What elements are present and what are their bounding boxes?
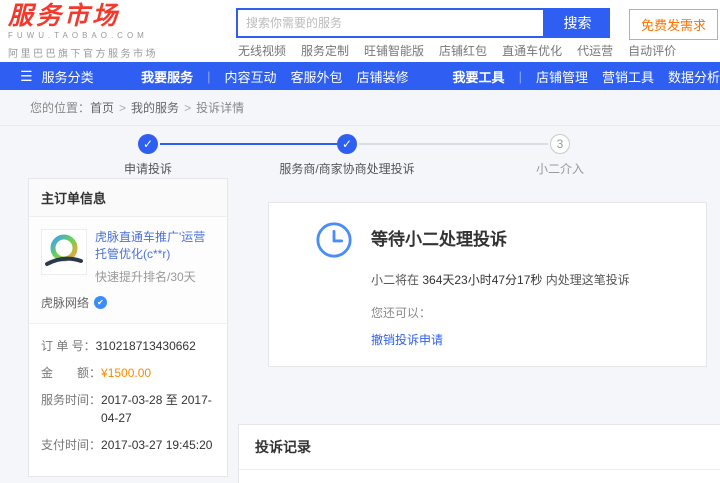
- quick-link-smart-shop[interactable]: 旺铺智能版: [364, 42, 424, 59]
- site-logo[interactable]: 服务市场 FUWU.TAOBAO.COM 阿里巴巴旗下官方服务市场: [8, 2, 158, 61]
- step3-number-badge: 3: [550, 134, 570, 154]
- breadcrumb-home[interactable]: 首页: [90, 101, 114, 115]
- amount-row: 金 额： ¥1500.00: [41, 364, 215, 382]
- pay-time-label: 支付时间：: [41, 438, 102, 452]
- search-input[interactable]: [236, 8, 545, 38]
- product-name-link[interactable]: 虎脉直通车推广'运营托管优化(c**r): [95, 229, 215, 263]
- breadcrumb-prefix: 您的位置：: [30, 101, 91, 115]
- search-button[interactable]: 搜索: [545, 8, 610, 38]
- page-header: 服务市场 FUWU.TAOBAO.COM 阿里巴巴旗下官方服务市场 搜索 免费发…: [0, 0, 720, 62]
- order-number-value: 310218713430662: [95, 339, 196, 353]
- nav-item-my-tools[interactable]: 我要工具: [453, 67, 505, 86]
- main-content: 主订单信息 虎脉直通车推广'运营托管优化(c**r) 快速提升排名/30天 虎脉…: [0, 178, 720, 483]
- status-title: 等待小二处理投诉: [371, 230, 507, 249]
- nav-item-data-analysis[interactable]: 数据分析: [668, 67, 720, 86]
- nav-item-customer-service[interactable]: 客服外包: [291, 67, 343, 86]
- vendor-row: 虎脉网络 ✔: [41, 294, 215, 311]
- quick-link-ztc[interactable]: 直通车优化: [502, 42, 562, 59]
- pay-time-value: 2017-03-27 19:45:20: [101, 438, 213, 452]
- free-demand-button[interactable]: 免费发需求: [628, 9, 718, 40]
- product-spec: 快速提升排名/30天: [95, 270, 196, 284]
- status-desc-prefix: 小二将在: [371, 273, 423, 287]
- complaint-status-panel: 等待小二处理投诉 小二将在 364天23小时47分17秒 内处理这笔投诉 您还可…: [268, 202, 707, 367]
- quick-link-custom-service[interactable]: 服务定制: [301, 42, 349, 59]
- vendor-badge-icon: ✔: [94, 296, 108, 309]
- step3-label: 小二介入: [535, 162, 584, 176]
- step-connector-pending: [359, 143, 548, 145]
- pay-time-row: 支付时间： 2017-03-27 19:45:20: [41, 436, 215, 454]
- breadcrumb: 您的位置：首页 > 我的服务 > 投诉详情: [0, 90, 720, 126]
- main-nav: ☰ 服务分类 我要服务 | 内容互动 客服外包 店铺装修 我要工具 | 店铺管理…: [0, 62, 720, 90]
- amount-value: ¥1500.00: [101, 366, 152, 380]
- breadcrumb-current: 投诉详情: [196, 101, 245, 115]
- status-description: 小二将在 364天23小时47分17秒 内处理这笔投诉: [371, 271, 630, 288]
- withdraw-complaint-link[interactable]: 撤销投诉申请: [371, 331, 443, 348]
- nav-item-shop-management[interactable]: 店铺管理: [536, 67, 588, 86]
- vendor-name[interactable]: 虎脉网络: [41, 294, 89, 311]
- step-connector-done: [160, 143, 337, 145]
- step2-check-icon: ✓: [337, 134, 357, 154]
- complaint-progress-steps: ✓ ✓ 3 申请投诉 服务商/商家协商处理投诉 小二介入: [0, 126, 720, 178]
- status-body: 等待小二处理投诉 小二将在 364天23小时47分17秒 内处理这笔投诉 您还可…: [371, 221, 630, 348]
- status-hint: 您还可以：: [371, 306, 432, 320]
- hamburger-menu-icon: ☰: [20, 68, 33, 84]
- complaint-records-panel: 投诉记录 2017-04-07 19:45:26: [238, 424, 720, 483]
- nav-menu: 我要服务 | 内容互动 客服外包 店铺装修 我要工具 | 店铺管理 营销工具 数…: [141, 67, 720, 86]
- amount-label: 金 额：: [41, 366, 102, 380]
- order-fields: 订 单 号： 310218713430662 金 额： ¥1500.00 服务时…: [29, 324, 227, 476]
- nav-item-my-services[interactable]: 我要服务: [141, 67, 193, 86]
- logo-subtitle: FUWU.TAOBAO.COM: [8, 31, 148, 41]
- step1-label: 申请投诉: [123, 162, 172, 176]
- nav-item-content[interactable]: 内容互动: [225, 67, 277, 86]
- countdown-timer: 364天23小时47分17秒: [422, 273, 543, 287]
- product-info: 虎脉直通车推广'运营托管优化(c**r) 快速提升排名/30天: [95, 229, 215, 285]
- product-image[interactable]: [41, 229, 87, 275]
- service-time-label: 服务时间：: [41, 393, 102, 407]
- records-title: 投诉记录: [239, 425, 720, 470]
- status-desc-suffix: 内处理这笔投诉: [542, 273, 630, 287]
- header-quick-links: 无线视频 服务定制 旺铺智能版 店铺红包 直通车优化 代运营 自动评价: [238, 42, 676, 59]
- step1-check-icon: ✓: [138, 134, 158, 154]
- product-block: 虎脉直通车推广'运营托管优化(c**r) 快速提升排名/30天 虎脉网络 ✔: [29, 217, 227, 324]
- quick-link-wireless[interactable]: 无线视频: [238, 42, 286, 59]
- order-panel-title: 主订单信息: [29, 179, 227, 217]
- order-number-label: 订 单 号：: [41, 339, 96, 353]
- step2-label: 服务商/商家协商处理投诉: [279, 162, 415, 176]
- order-number-row: 订 单 号： 310218713430662: [41, 337, 215, 355]
- quick-link-agency[interactable]: 代运营: [577, 42, 613, 59]
- quick-link-coupon[interactable]: 店铺红包: [439, 42, 487, 59]
- product-logo-graphic: [45, 234, 83, 266]
- record-entry-timestamp: 2017-04-07 19:45:26: [239, 470, 720, 483]
- nav-separator: |: [518, 68, 522, 84]
- service-category-menu[interactable]: ☰ 服务分类: [0, 67, 119, 86]
- service-category-label: 服务分类: [41, 69, 94, 85]
- right-column: 等待小二处理投诉 小二将在 364天23小时47分17秒 内处理这笔投诉 您还可…: [238, 178, 720, 483]
- service-time-row: 服务时间： 2017-03-28 至 2017-04-27: [41, 391, 215, 427]
- search-bar: 搜索: [236, 8, 610, 38]
- nav-item-shop-design[interactable]: 店铺装修: [357, 67, 409, 86]
- logo-tagline: 阿里巴巴旗下官方服务市场: [8, 49, 158, 61]
- breadcrumb-my-services[interactable]: 我的服务: [131, 101, 179, 115]
- logo-title: 服务市场: [8, 2, 121, 30]
- nav-separator: |: [207, 68, 211, 84]
- breadcrumb-separator: >: [119, 101, 127, 115]
- service-time-value: 2017-03-28 至 2017-04-27: [101, 393, 212, 425]
- breadcrumb-separator: >: [184, 101, 192, 115]
- clock-icon: [316, 222, 352, 258]
- order-info-panel: 主订单信息 虎脉直通车推广'运营托管优化(c**r) 快速提升排名/30天 虎脉…: [28, 178, 228, 477]
- quick-link-auto-review[interactable]: 自动评价: [628, 42, 676, 59]
- nav-item-marketing-tools[interactable]: 营销工具: [602, 67, 654, 86]
